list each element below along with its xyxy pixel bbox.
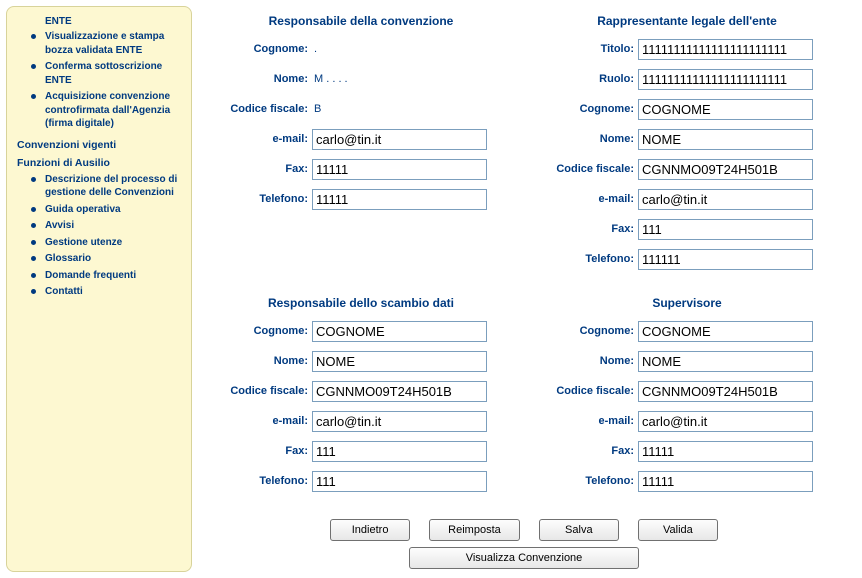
section-responsabile-convenzione: Responsabile della convenzione Cognome: … <box>202 6 520 288</box>
sidebar-item[interactable]: Domande frequenti <box>17 269 181 283</box>
input-fax[interactable] <box>312 441 487 462</box>
label-cognome: Cognome: <box>528 325 638 337</box>
label-cognome: Cognome: <box>528 103 638 115</box>
label-cf: Codice fiscale: <box>202 385 312 397</box>
label-telefono: Telefono: <box>202 193 312 205</box>
sidebar-header-ente: ENTE <box>45 15 181 28</box>
sidebar-item[interactable]: Glossario <box>17 252 181 266</box>
input-nome[interactable] <box>312 351 487 372</box>
input-cognome[interactable] <box>638 321 813 342</box>
input-email[interactable] <box>312 411 487 432</box>
label-fax: Fax: <box>528 223 638 235</box>
sidebar-list-ausilio: Descrizione del processo di gestione del… <box>17 173 181 299</box>
label-nome: Nome: <box>202 355 312 367</box>
input-cognome[interactable] <box>312 321 487 342</box>
label-telefono: Telefono: <box>528 253 638 265</box>
input-fax[interactable] <box>312 159 487 180</box>
input-telefono[interactable] <box>638 249 813 270</box>
input-ruolo[interactable] <box>638 69 813 90</box>
input-titolo[interactable] <box>638 39 813 60</box>
label-nome: Nome: <box>528 355 638 367</box>
label-nome: Nome: <box>528 133 638 145</box>
sidebar-item[interactable]: Guida operativa <box>17 203 181 217</box>
label-telefono: Telefono: <box>202 475 312 487</box>
section-title: Responsabile della convenzione <box>202 8 520 38</box>
label-fax: Fax: <box>202 445 312 457</box>
indietro-button[interactable]: Indietro <box>330 519 410 541</box>
section-supervisore: Supervisore Cognome: Nome: Codice fiscal… <box>528 288 846 510</box>
label-cognome: Cognome: <box>202 43 312 55</box>
value-cognome: . <box>312 43 317 55</box>
input-nome[interactable] <box>638 129 813 150</box>
label-email: e-mail: <box>528 415 638 427</box>
label-email: e-mail: <box>202 133 312 145</box>
sidebar-item[interactable]: Gestione utenze <box>17 236 181 250</box>
label-fax: Fax: <box>528 445 638 457</box>
sidebar-item[interactable]: Conferma sottoscrizione ENTE <box>17 60 181 87</box>
label-nome: Nome: <box>202 73 312 85</box>
input-telefono[interactable] <box>312 189 487 210</box>
sidebar: ENTE Visualizzazione e stampa bozza vali… <box>6 6 192 572</box>
sidebar-section-convenzioni[interactable]: Convenzioni vigenti <box>17 139 181 151</box>
input-cf[interactable] <box>638 381 813 402</box>
section-title: Responsabile dello scambio dati <box>202 290 520 320</box>
label-cf: Codice fiscale: <box>528 163 638 175</box>
salva-button[interactable]: Salva <box>539 519 619 541</box>
label-cf: Codice fiscale: <box>202 103 312 115</box>
value-cf: B <box>312 103 321 115</box>
label-telefono: Telefono: <box>528 475 638 487</box>
label-titolo: Titolo: <box>528 43 638 55</box>
sidebar-list-ente: Visualizzazione e stampa bozza validata … <box>17 30 181 131</box>
reimposta-button[interactable]: Reimposta <box>429 519 520 541</box>
valida-button[interactable]: Valida <box>638 519 718 541</box>
input-fax[interactable] <box>638 441 813 462</box>
visualizza-convenzione-button[interactable]: Visualizza Convenzione <box>409 547 639 569</box>
section-responsabile-scambio: Responsabile dello scambio dati Cognome:… <box>202 288 520 510</box>
input-email[interactable] <box>638 411 813 432</box>
input-telefono[interactable] <box>638 471 813 492</box>
label-ruolo: Ruolo: <box>528 73 638 85</box>
sidebar-item[interactable]: Descrizione del processo di gestione del… <box>17 173 181 200</box>
input-cognome[interactable] <box>638 99 813 120</box>
input-nome[interactable] <box>638 351 813 372</box>
input-email[interactable] <box>312 129 487 150</box>
label-email: e-mail: <box>202 415 312 427</box>
button-bar: Indietro Reimposta Salva Valida Visualiz… <box>202 516 846 572</box>
input-telefono[interactable] <box>312 471 487 492</box>
value-nome: M . . . . <box>312 73 348 85</box>
section-rappresentante-legale: Rappresentante legale dell'ente Titolo: … <box>528 6 846 288</box>
section-title: Supervisore <box>528 290 846 320</box>
sidebar-item[interactable]: Acquisizione convenzione controfirmata d… <box>17 90 181 131</box>
input-email[interactable] <box>638 189 813 210</box>
sidebar-item[interactable]: Contatti <box>17 285 181 299</box>
input-cf[interactable] <box>312 381 487 402</box>
label-fax: Fax: <box>202 163 312 175</box>
sidebar-item[interactable]: Avvisi <box>17 219 181 233</box>
section-title: Rappresentante legale dell'ente <box>528 8 846 38</box>
main-content: Responsabile della convenzione Cognome: … <box>192 6 856 572</box>
label-cf: Codice fiscale: <box>528 385 638 397</box>
label-cognome: Cognome: <box>202 325 312 337</box>
label-email: e-mail: <box>528 193 638 205</box>
input-cf[interactable] <box>638 159 813 180</box>
sidebar-item[interactable]: Visualizzazione e stampa bozza validata … <box>17 30 181 57</box>
input-fax[interactable] <box>638 219 813 240</box>
sidebar-section-ausilio: Funzioni di Ausilio <box>17 157 181 169</box>
